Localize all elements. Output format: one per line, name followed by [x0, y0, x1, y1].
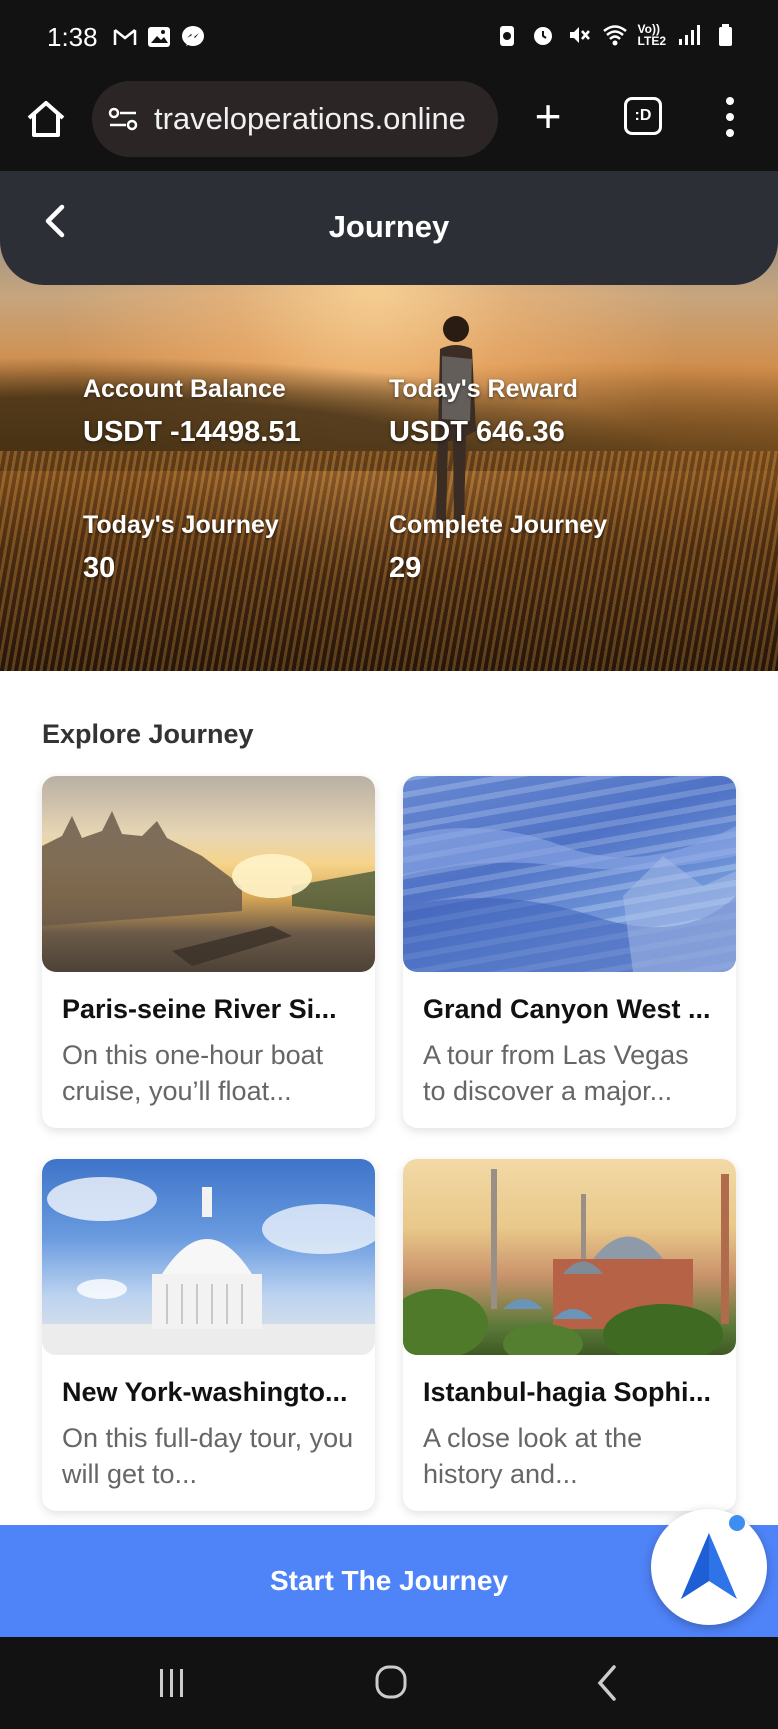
status-time: 1:38 [47, 22, 98, 52]
account-balance-label: Account Balance [83, 375, 286, 403]
mute-icon [569, 27, 590, 43]
account-balance-stat: Account Balance USDT -14498.51 [83, 375, 301, 449]
recent-apps-icon[interactable] [142, 1661, 202, 1705]
network-label-bottom: LTE2 [637, 34, 666, 48]
home-nav-icon[interactable] [360, 1661, 420, 1705]
network-type-label: Vo)) LTE2 [638, 23, 666, 47]
battery-icon [719, 24, 732, 46]
complete-journey-value: 29 [389, 552, 422, 584]
browser-toolbar: traveloperations.online + :D [0, 75, 778, 171]
navigation-fab[interactable] [651, 1509, 767, 1625]
complete-journey-stat: Complete Journey 29 [389, 511, 607, 585]
journey-card-paris[interactable]: Paris-seine River Si... On this one-hour… [42, 776, 375, 1128]
capitol-illustration [42, 1177, 375, 1355]
todays-reward-label: Today's Reward [389, 375, 578, 403]
address-bar[interactable]: traveloperations.online [92, 81, 498, 157]
todays-journey-value: 30 [83, 552, 116, 584]
grand-canyon-image [403, 776, 736, 972]
home-icon[interactable] [20, 93, 72, 145]
paris-seine-illustration [42, 811, 375, 966]
messenger-icon [182, 26, 204, 46]
page-header: Journey [0, 171, 778, 285]
card-description: On this full-day tour, you will get to..… [62, 1423, 354, 1489]
card-description: A close look at the history and... [423, 1423, 643, 1489]
todays-journey-stat: Today's Journey 30 [83, 511, 279, 585]
navigation-arrow-icon [681, 1533, 737, 1599]
paris-seine-image [42, 776, 375, 972]
hagia-sophia-illustration [403, 1169, 729, 1355]
hagia-sophia-image [403, 1159, 736, 1355]
gmail-icon [113, 29, 137, 45]
card-description: A tour from Las Vegas to discover a majo… [423, 1040, 689, 1106]
todays-journey-label: Today's Journey [83, 511, 279, 539]
card-title: New York-washingto... [62, 1377, 348, 1407]
battery-saver-icon [499, 26, 514, 46]
site-settings-icon[interactable] [106, 102, 140, 136]
status-system-icons: Vo)) LTE2 [494, 22, 738, 48]
card-title: Istanbul-hagia Sophi... [423, 1377, 712, 1407]
tab-switcher-button[interactable]: :D [624, 97, 662, 135]
signal-icon [679, 25, 700, 45]
chat-badge-icon [729, 1515, 745, 1531]
todays-reward-value: USDT 646.36 [389, 416, 565, 448]
url-text[interactable]: traveloperations.online [154, 101, 466, 137]
system-navigation-bar [0, 1637, 778, 1729]
card-title: Paris-seine River Si... [62, 994, 337, 1024]
more-menu-icon[interactable] [720, 93, 740, 141]
account-balance-value: USDT -14498.51 [83, 416, 301, 448]
gallery-icon [148, 27, 170, 47]
todays-reward-stat: Today's Reward USDT 646.36 [389, 375, 578, 449]
page-content: Journey Account Balance USDT -14498.51 T… [0, 171, 778, 1637]
journey-card-grand-canyon[interactable]: Grand Canyon West ... A tour from Las Ve… [403, 776, 736, 1128]
wifi-icon [602, 25, 627, 46]
alarm-icon [533, 27, 552, 45]
grand-canyon-illustration [403, 826, 736, 972]
journey-card-istanbul[interactable]: Istanbul-hagia Sophi... A close look at … [403, 1159, 736, 1511]
status-notification-icons [112, 24, 206, 50]
new-tab-icon[interactable]: + [528, 93, 568, 139]
card-title: Grand Canyon West ... [423, 994, 711, 1024]
status-bar: 1:38 Vo)) LTE2 [0, 0, 778, 75]
journey-card-washington[interactable]: New York-washingto... On this full-day t… [42, 1159, 375, 1511]
complete-journey-label: Complete Journey [389, 511, 608, 539]
explore-section-title: Explore Journey [42, 719, 254, 749]
page-title: Journey [328, 209, 450, 244]
capitol-building-image [42, 1159, 375, 1355]
card-description: On this one-hour boat cruise, you’ll flo… [62, 1040, 324, 1106]
back-nav-icon[interactable] [578, 1661, 638, 1705]
